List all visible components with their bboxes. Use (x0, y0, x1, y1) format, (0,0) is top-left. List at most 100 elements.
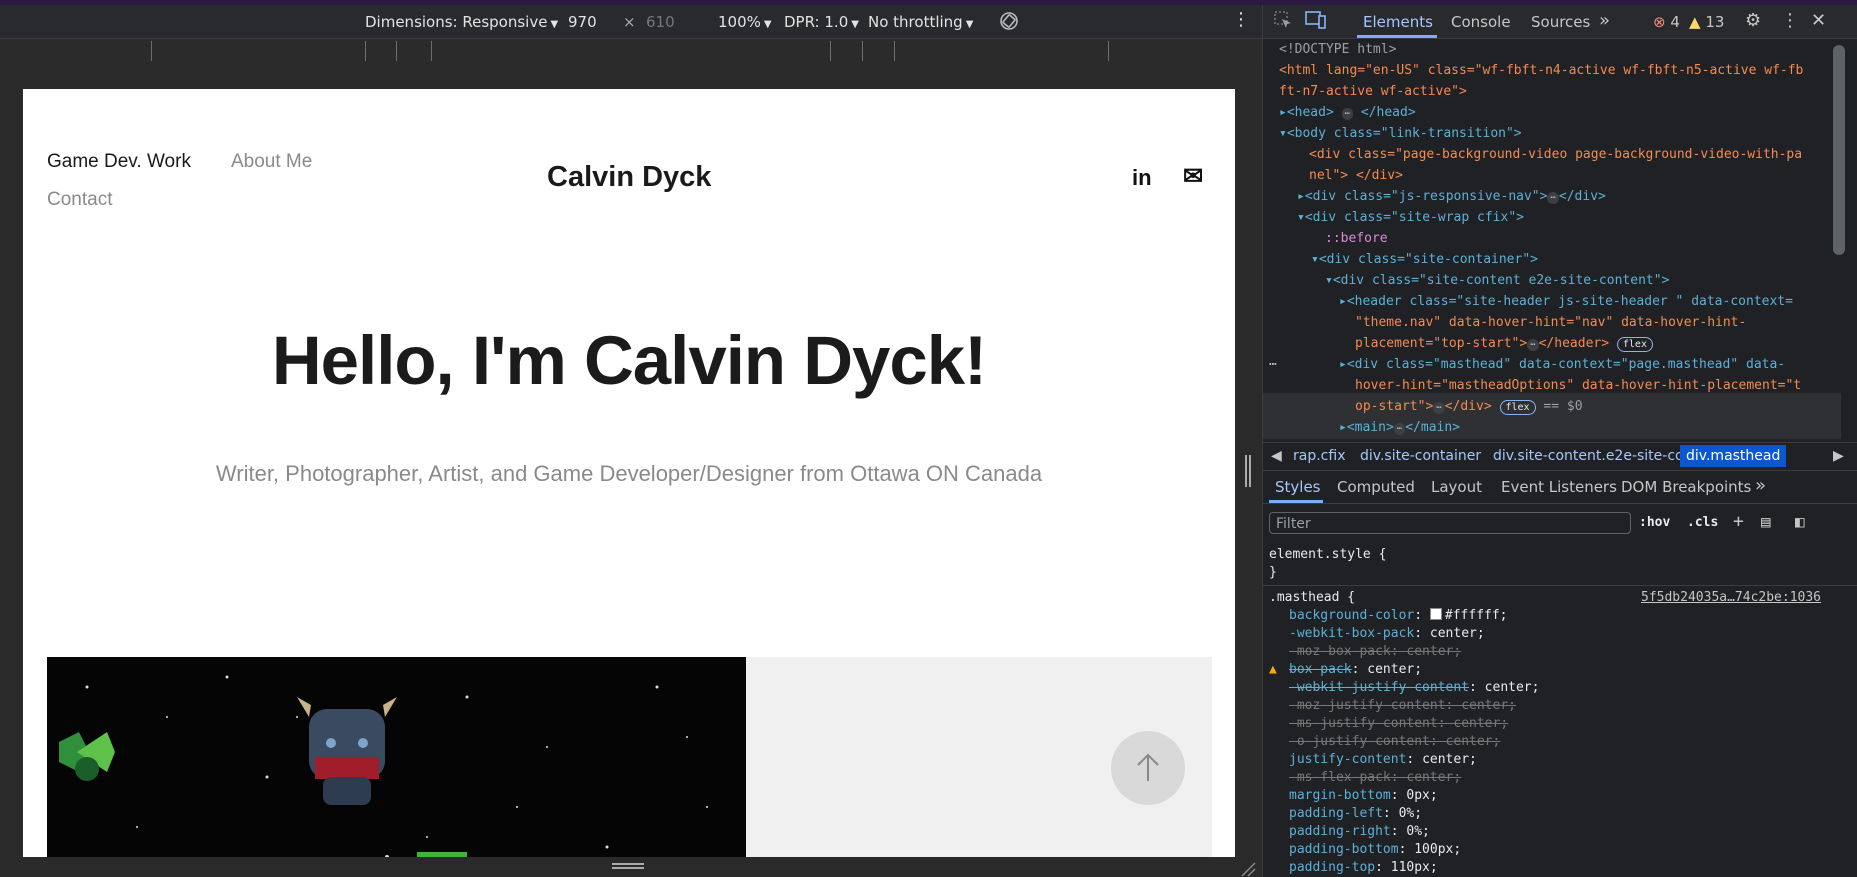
dom-line[interactable]: ▸<main> ⋯ </main> (1339, 417, 1460, 438)
tab-styles[interactable]: Styles (1275, 478, 1321, 496)
gear-icon[interactable]: ⚙ (1745, 10, 1761, 31)
close-icon[interactable]: ✕ (1811, 10, 1826, 31)
more-tabs-icon[interactable]: » (1599, 10, 1610, 31)
tab-sources[interactable]: Sources (1531, 13, 1590, 31)
css-declaration[interactable]: -o-justify-content: center; (1289, 733, 1500, 751)
dom-line[interactable]: op-start"> ⋯ </div> flex == $0 (1355, 396, 1583, 417)
dom-line[interactable]: ▸<div class="js-responsive-nav"> ⋯ </div> (1297, 186, 1606, 207)
error-count[interactable]: ⊗ 4 (1653, 13, 1680, 31)
dom-line[interactable]: ▾<div class="site-wrap cfix"> (1297, 207, 1524, 228)
breadcrumb-right-arrow-icon[interactable]: ▶ (1833, 448, 1844, 464)
monster-sprite (297, 697, 397, 805)
css-declaration[interactable]: justify-content: center; (1289, 751, 1477, 769)
nav-link-about-me[interactable]: About Me (231, 151, 312, 173)
styles-pane: element.style { } .masthead { 5f5db24035… (1263, 542, 1857, 877)
dom-line[interactable]: ▸<div class="masthead" data-context="pag… (1339, 354, 1785, 375)
ruler-tick (396, 41, 397, 61)
breadcrumb-left-arrow-icon[interactable]: ◀ (1271, 448, 1282, 464)
dom-line[interactable]: ::before (1325, 228, 1388, 249)
dom-line[interactable]: ▾<body class="link-transition"> (1279, 123, 1522, 144)
dom-line[interactable]: ▾<div class="site-container"> (1311, 249, 1538, 270)
height-input[interactable]: 610 (646, 13, 675, 31)
rule-source-link[interactable]: 5f5db24035a…74c2be:1036 (1641, 589, 1821, 607)
dom-line[interactable]: ▸<header class="site-header js-site-head… (1339, 291, 1793, 312)
nav-link-game-dev-work[interactable]: Game Dev. Work (47, 151, 191, 173)
scroll-to-top-button[interactable] (1111, 731, 1185, 805)
site-title[interactable]: Calvin Dyck (547, 161, 711, 194)
ruler-tick (830, 41, 831, 61)
css-declaration[interactable]: background-color: #ffffff; (1289, 607, 1508, 625)
element-style-selector[interactable]: element.style { (1269, 546, 1386, 564)
zoom-dropdown[interactable]: 100% ▼ (718, 13, 772, 31)
styles-filter-input[interactable]: Filter (1269, 512, 1631, 534)
linkedin-icon[interactable]: in (1132, 165, 1152, 191)
rotate-icon[interactable] (998, 10, 1020, 36)
breadcrumb-item-selected[interactable]: div.masthead (1680, 445, 1787, 467)
css-declaration[interactable]: box-pack: center; (1289, 661, 1422, 679)
game-screenshot-image[interactable] (47, 657, 746, 857)
dom-line[interactable]: placement="top-start"> ⋯ </header> flex (1355, 333, 1653, 354)
class-toggle[interactable]: .cls (1687, 515, 1718, 530)
tab-event-listeners[interactable]: Event Listeners (1501, 478, 1617, 496)
css-declaration[interactable]: padding-bottom: 100px; (1289, 841, 1461, 859)
css-declaration[interactable]: -moz-justify-content: center; (1289, 697, 1516, 715)
devtools-panel: Elements Console Sources » ⊗ 4 ▲ 13 ⚙ ⋮ … (1262, 5, 1857, 877)
resize-corner-icon[interactable] (1240, 861, 1256, 877)
breadcrumb-item[interactable]: div.site-container (1360, 448, 1481, 464)
nav-link-contact[interactable]: Contact (47, 189, 112, 211)
more-options-icon[interactable]: ⋮ (1232, 9, 1250, 30)
active-tab-indicator (1357, 35, 1437, 38)
dom-line[interactable]: <html lang="en-US" class="wf-fbft-n4-act… (1279, 60, 1803, 81)
dom-line[interactable]: <div class="page-background-video page-b… (1309, 144, 1802, 165)
more-subtabs-icon[interactable]: » (1755, 475, 1766, 496)
email-icon[interactable]: ✉ (1183, 162, 1203, 191)
hover-state-toggle[interactable]: :hov (1639, 515, 1670, 530)
dom-line[interactable]: ft-n7-active wf-active"> (1279, 81, 1467, 102)
dom-line[interactable]: <!DOCTYPE html> (1279, 39, 1396, 60)
css-declaration[interactable]: padding-left: 0%; (1289, 805, 1422, 823)
breadcrumb-item[interactable]: rap.cfix (1293, 448, 1345, 464)
css-declaration[interactable]: -ms-justify-content: center; (1289, 715, 1508, 733)
dimensions-dropdown[interactable]: Dimensions: Responsive ▼ (365, 13, 558, 31)
css-declaration[interactable]: -moz-box-pack: center; (1289, 643, 1461, 661)
paint-icon[interactable]: ▤ (1761, 512, 1771, 531)
css-declaration[interactable]: margin-bottom: 0px; (1289, 787, 1438, 805)
warning-count[interactable]: ▲ 13 (1689, 13, 1724, 31)
times-icon: × (623, 13, 636, 31)
css-declaration[interactable]: -ms-flex-pack: center; (1289, 769, 1461, 787)
dpr-dropdown[interactable]: DPR: 1.0 ▼ (784, 13, 859, 31)
warning-icon[interactable]: ▲ (1269, 661, 1277, 679)
resize-handle-bottom[interactable] (612, 863, 644, 865)
tab-elements[interactable]: Elements (1363, 13, 1433, 31)
tab-dom-breakpoints[interactable]: DOM Breakpoints (1621, 478, 1751, 496)
css-declaration[interactable]: padding-right: 0%; (1289, 823, 1430, 841)
css-declaration[interactable]: padding-top: 110px; (1289, 859, 1438, 877)
rule-selector[interactable]: .masthead { (1269, 589, 1355, 607)
dom-tree[interactable]: <!DOCTYPE html> <html lang="en-US" class… (1263, 39, 1841, 439)
resize-handle-right[interactable] (1245, 455, 1251, 487)
width-input[interactable]: 970 (568, 13, 597, 31)
throttling-dropdown[interactable]: No throttling ▼ (868, 13, 973, 31)
inspect-element-icon[interactable] (1273, 10, 1293, 34)
closing-brace: } (1269, 565, 1277, 580)
css-declaration[interactable]: -webkit-justify-content: center; (1289, 679, 1539, 697)
device-toggle-icon[interactable] (1305, 10, 1327, 34)
css-declaration[interactable]: -webkit-box-pack: center; (1289, 625, 1485, 643)
new-rule-icon[interactable]: + (1733, 511, 1744, 532)
more-options-icon[interactable]: ⋮ (1781, 10, 1799, 31)
dom-line[interactable]: nel"> </div> (1309, 165, 1403, 186)
dom-line[interactable]: ▾<div class="site-content e2e-site-conte… (1325, 270, 1669, 291)
ruler-tick (1108, 41, 1109, 61)
tab-console[interactable]: Console (1451, 13, 1511, 31)
node-actions-icon[interactable]: ⋯ (1269, 354, 1277, 375)
dom-line[interactable]: hover-hint="mastheadOptions" data-hover-… (1355, 375, 1801, 396)
dom-line[interactable]: ▸<head> ⋯ </head> (1279, 102, 1416, 123)
breadcrumb: ◀ rap.cfix div.site-container div.site-c… (1263, 442, 1857, 471)
color-swatch[interactable] (1429, 608, 1442, 620)
tab-layout[interactable]: Layout (1431, 478, 1482, 496)
tab-computed[interactable]: Computed (1337, 478, 1415, 496)
dom-line[interactable]: "theme.nav" data-hover-hint="nav" data-h… (1355, 312, 1746, 333)
sidebar-toggle-icon[interactable]: ◧ (1795, 512, 1805, 531)
media-query-ruler[interactable] (0, 38, 1262, 63)
dom-tree-scrollbar[interactable] (1833, 45, 1845, 255)
